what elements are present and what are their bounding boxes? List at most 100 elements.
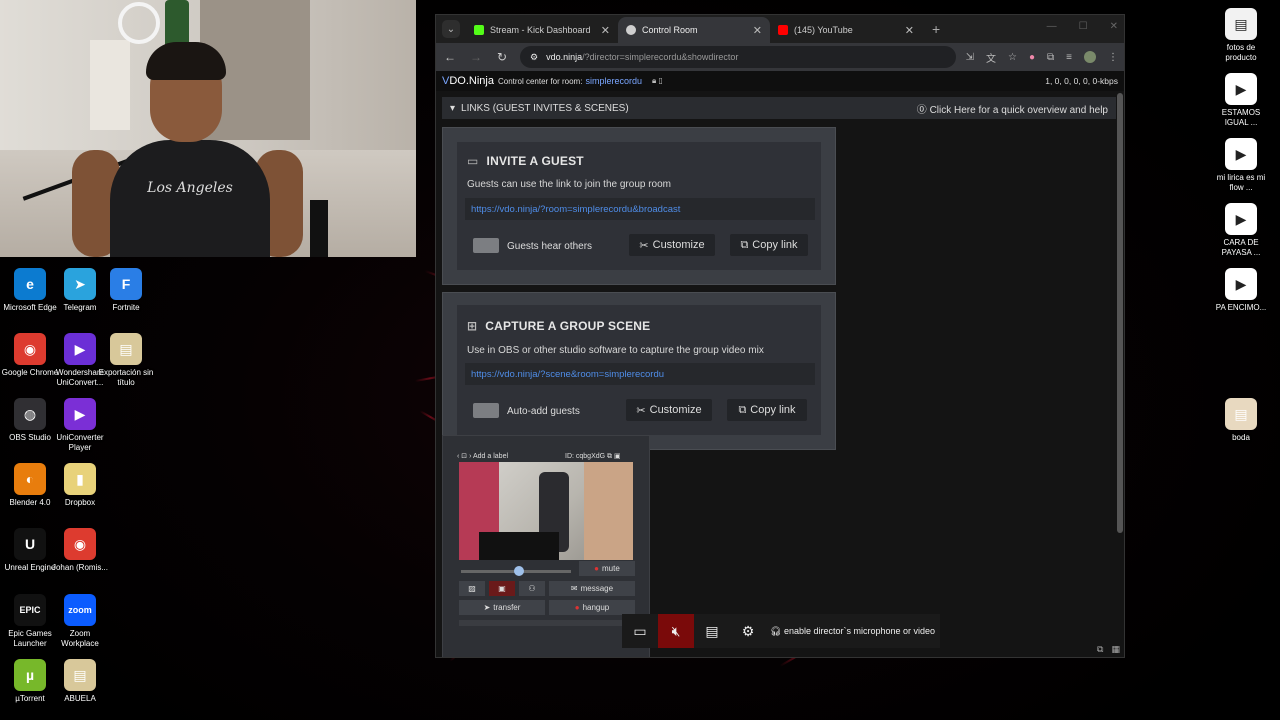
app-icon: ▤ bbox=[110, 333, 142, 365]
app-icon: ▮ bbox=[64, 463, 96, 495]
invite-link[interactable]: https://vdo.ninja/?room=simplerecordu&br… bbox=[465, 198, 815, 220]
address-bar[interactable]: ⚙ vdo.ninja/?director=simplerecordu&show… bbox=[520, 46, 956, 68]
scene-customize-button[interactable]: ✂ Customize bbox=[626, 399, 712, 421]
desktop-icon-label: boda bbox=[1232, 433, 1250, 442]
app-icon: zoom bbox=[64, 594, 96, 626]
guest-message-button[interactable]: ✉ message bbox=[549, 581, 635, 596]
grid-view-icon[interactable]: ▦ bbox=[1111, 644, 1120, 655]
maximize-icon[interactable]: ☐ bbox=[1079, 21, 1088, 32]
desktop-icon[interactable]: ▤ ABUELA bbox=[50, 659, 110, 704]
vdo-page: VDO.Ninja Control center for room: simpl… bbox=[436, 71, 1124, 657]
app-icon: ◍ bbox=[14, 398, 46, 430]
desktop-icon-label: Johan (Romis... bbox=[51, 563, 109, 572]
toolbar-icons: ⇲ 文 ☆ ● ⧉ ≡ ⋮ bbox=[966, 50, 1118, 65]
tab-control-room[interactable]: Control Room ✕ bbox=[618, 17, 770, 43]
scene-link[interactable]: https://vdo.ninja/?scene&room=simplereco… bbox=[465, 363, 815, 385]
app-icon: ▶ bbox=[1225, 268, 1257, 300]
add-label-button[interactable]: Add a label bbox=[473, 453, 508, 460]
install-app-icon[interactable]: ⇲ bbox=[966, 52, 974, 63]
bookmark-star-icon[interactable]: ☆ bbox=[1008, 52, 1017, 63]
desktop-icon-label: ESTAMOS IGUAL ... bbox=[1221, 108, 1261, 127]
reload-icon[interactable]: ↻ bbox=[494, 50, 510, 64]
layout-icon[interactable]: ⧉ bbox=[1097, 644, 1103, 655]
headphones-icon: 🎧︎ bbox=[770, 625, 782, 636]
camera-icon: ▭ bbox=[467, 154, 479, 168]
close-icon[interactable]: ✕ bbox=[905, 24, 914, 37]
guests-hear-others-toggle[interactable] bbox=[473, 238, 499, 253]
desktop-icon[interactable]: F Fortnite bbox=[96, 268, 156, 313]
copy-icon: ⧉ bbox=[738, 403, 747, 416]
desktop-icon[interactable]: ▶ ESTAMOS IGUAL ... bbox=[1211, 73, 1271, 128]
back-icon[interactable]: ← bbox=[442, 50, 458, 64]
guest-video-card: ‹ ⊡ › Add a label ID: cqbgXdG ⧉ ▣ ● mute … bbox=[442, 435, 650, 657]
page-scrollbar[interactable] bbox=[1117, 93, 1123, 533]
guest-hangup-button[interactable]: ● hangup bbox=[549, 600, 635, 615]
tab-kick[interactable]: Stream - Kick Dashboard ✕ bbox=[466, 17, 618, 43]
group-button[interactable]: ⚇ bbox=[519, 581, 545, 596]
volume-slider-knob[interactable] bbox=[514, 566, 524, 576]
site-info-icon[interactable]: ⚙ bbox=[530, 52, 538, 63]
desktop-icon[interactable]: ▶ UniConverter Player bbox=[50, 398, 110, 453]
room-stats: 1, 0, 0, 0, 0, 0-kbps bbox=[1045, 76, 1118, 86]
desktop-icon[interactable]: ▶ PA ENCIMO... bbox=[1211, 268, 1271, 313]
desktop-icon-label: UniConverter Player bbox=[56, 433, 104, 452]
profile-avatar[interactable] bbox=[1084, 51, 1096, 63]
guest-id: ID: cqbgXdG ⧉ ▣ bbox=[565, 453, 621, 460]
vdo-ninja-icon bbox=[626, 25, 636, 35]
desktop-icon[interactable]: ▶ CARA DE PAYASA ... bbox=[1211, 203, 1271, 258]
close-icon[interactable]: ✕ bbox=[753, 24, 762, 37]
desktop-icon[interactable]: ▤ Exportación sin título bbox=[96, 333, 156, 388]
tab-search-button[interactable]: ⌄ bbox=[442, 20, 460, 38]
desktop-icon[interactable]: ▶ mi lirica es mi flow ... bbox=[1211, 138, 1271, 193]
close-window-icon[interactable]: ✕ bbox=[1110, 21, 1118, 32]
guest-video-preview[interactable] bbox=[459, 462, 633, 560]
hide-video-button[interactable]: ▨ bbox=[459, 581, 485, 596]
scene-copy-link-button[interactable]: ⧉ Copy link bbox=[727, 399, 807, 421]
desktop-icon[interactable]: ◉ Johan (Romis... bbox=[50, 528, 110, 573]
invite-copy-link-button[interactable]: ⧉ Copy link bbox=[730, 234, 808, 256]
translate-icon[interactable]: 文 bbox=[986, 50, 996, 65]
guest-transfer-button[interactable]: ➤ transfer bbox=[459, 600, 545, 615]
desktop-icon[interactable]: ▤ boda bbox=[1211, 398, 1271, 443]
app-icon: ▶ bbox=[1225, 138, 1257, 170]
desktop-icon-label: Exportación sin título bbox=[98, 368, 154, 387]
auto-add-guests-toggle[interactable] bbox=[473, 403, 499, 418]
invite-customize-button[interactable]: ✂ Customize bbox=[629, 234, 715, 256]
help-link[interactable]: ⓪ Click Here for a quick overview and he… bbox=[917, 101, 1108, 116]
desktop-icon[interactable]: ▮ Dropbox bbox=[50, 463, 110, 508]
notes-icon[interactable]: ▤ bbox=[694, 614, 730, 648]
media-controls-icon[interactable]: ≡ bbox=[1066, 52, 1072, 63]
close-icon[interactable]: ✕ bbox=[601, 24, 610, 37]
app-icon: µ bbox=[14, 659, 46, 691]
invite-guest-card: ▭ INVITE A GUEST Guests can use the link … bbox=[442, 127, 836, 285]
guest-mute-button[interactable]: ● mute bbox=[579, 561, 635, 576]
kick-icon bbox=[474, 25, 484, 35]
menu-icon[interactable]: ⋮ bbox=[1108, 52, 1118, 63]
chevron-down-icon: ▾ bbox=[450, 102, 456, 114]
tools-icon: ✂ bbox=[636, 404, 646, 417]
desktop-icon[interactable]: ▤ fotos de producto bbox=[1211, 8, 1271, 63]
app-icon: ▶ bbox=[64, 333, 96, 365]
app-icon: ◉ bbox=[64, 528, 96, 560]
app-icon: ▤ bbox=[64, 659, 96, 691]
new-tab-button[interactable]: + bbox=[932, 21, 940, 37]
chat-icon[interactable]: ▭ bbox=[622, 614, 658, 648]
enable-director-mic-button[interactable]: 🎧︎ enable director`s microphone or video bbox=[770, 626, 935, 637]
speaker-muted-icon[interactable]: 🔇︎ bbox=[658, 614, 694, 648]
extension-color-icon[interactable]: ● bbox=[1029, 52, 1035, 63]
extensions-icon[interactable]: ⧉ bbox=[1047, 52, 1054, 63]
arrows-icon[interactable]: ‹ ⊡ › bbox=[457, 453, 471, 460]
popout-icon[interactable]: ▣ bbox=[614, 453, 621, 460]
copy-icon[interactable]: ⧉ bbox=[607, 453, 612, 460]
minimize-icon[interactable]: — bbox=[1047, 21, 1057, 32]
desktop-icon[interactable]: zoom Zoom Workplace bbox=[50, 594, 110, 649]
app-icon: ◉ bbox=[14, 333, 46, 365]
record-button[interactable]: ▣ bbox=[489, 581, 515, 596]
tab-youtube[interactable]: (145) YouTube ✕ bbox=[770, 17, 922, 43]
links-section-header[interactable]: ▾ LINKS (GUEST INVITES & SCENES) ⓪ Click… bbox=[442, 97, 1116, 119]
desktop-icon-label: fotos de producto bbox=[1225, 43, 1257, 62]
forward-icon[interactable]: → bbox=[468, 50, 484, 64]
jersey-print: Los Angeles bbox=[147, 180, 233, 196]
settings-users-icon[interactable]: ⚙ bbox=[730, 614, 766, 648]
vdo-logo[interactable]: VDO.Ninja bbox=[442, 75, 494, 87]
